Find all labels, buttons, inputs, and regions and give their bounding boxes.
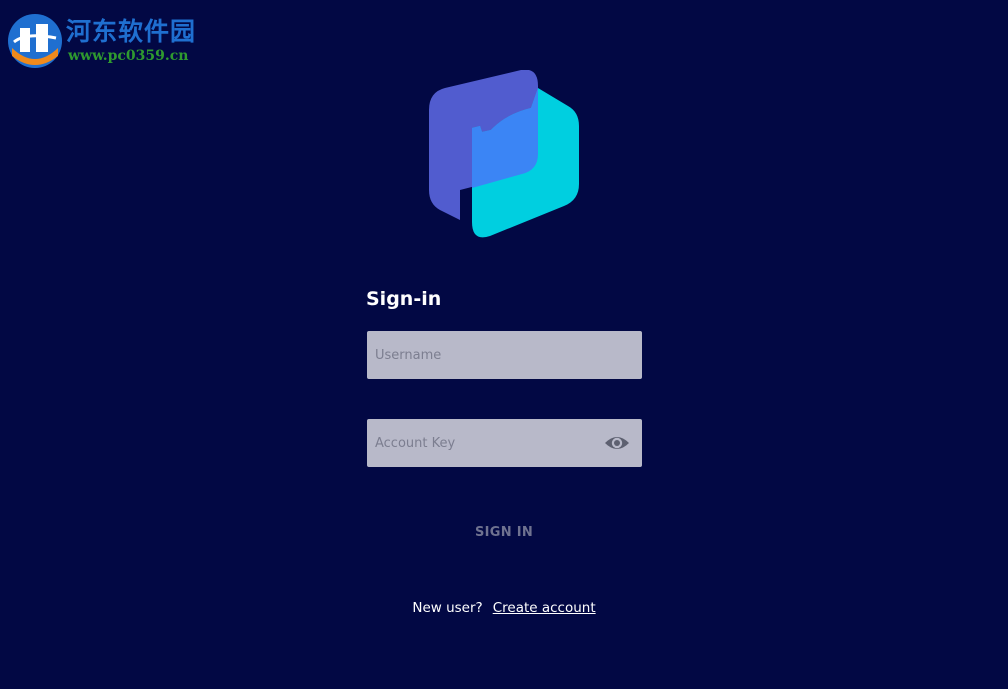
sign-in-button[interactable]: SIGN IN [440, 518, 568, 548]
app-logo-icon [429, 70, 579, 238]
username-field[interactable] [367, 331, 642, 379]
username-input[interactable] [367, 331, 642, 379]
account-key-field[interactable] [367, 419, 642, 467]
footer: New user? Create account [0, 600, 1008, 616]
watermark-url: www.pc0359.cn [68, 48, 189, 64]
account-key-input[interactable] [367, 419, 642, 467]
eye-icon[interactable] [604, 432, 630, 454]
hedong-logo-icon [8, 14, 62, 68]
page-title: Sign-in [366, 288, 442, 310]
create-account-link[interactable]: Create account [493, 600, 596, 616]
new-user-prompt: New user? [412, 600, 483, 616]
watermark: 河东软件园 www.pc0359.cn [4, 8, 204, 70]
watermark-title: 河东软件园 [66, 17, 197, 46]
